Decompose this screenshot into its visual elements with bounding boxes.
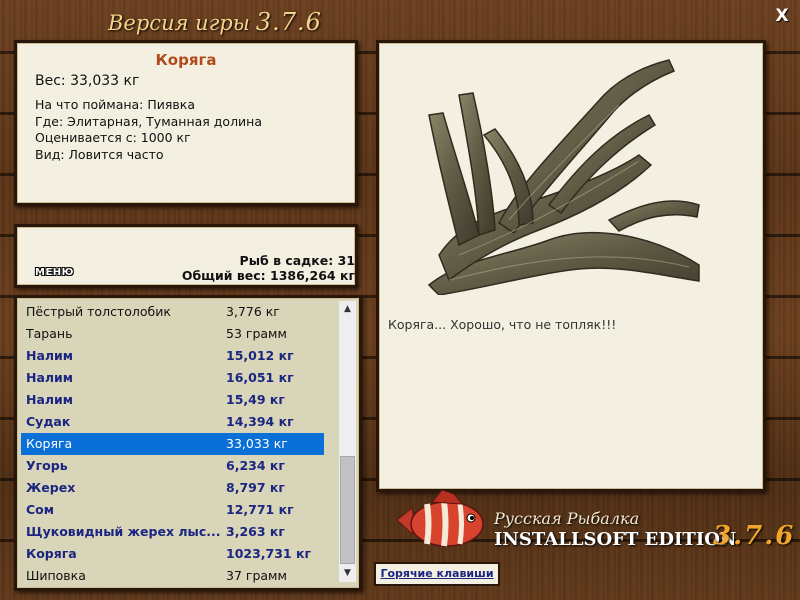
detail-bait: На что поймана: Пиявка (35, 97, 195, 112)
list-item-weight: 12,771 кг (226, 502, 294, 517)
list-item-name: Налим (26, 348, 74, 363)
stats-panel: МЕНЮ Рыб в садке: 31 Общий вес: 1386,264… (14, 224, 358, 288)
item-image-panel: Коряга... Хорошо, что не топляк!!! (376, 40, 766, 492)
list-item-weight: 16,051 кг (226, 370, 294, 385)
total-weight: Общий вес: 1386,264 кг (181, 268, 355, 283)
list-item-name: Судак (26, 414, 71, 429)
driftwood-image (427, 59, 700, 295)
item-info-panel: Коряга Вес: 33,033 кг На что поймана: Пи… (14, 40, 358, 206)
scroll-up-icon[interactable]: ▲ (339, 301, 356, 318)
catch-list[interactable]: Пёстрый толстолобик 3,776 кг Тарань 53 грам… (21, 301, 324, 587)
list-item-weight: 15,012 кг (226, 348, 294, 363)
list-item-name: Коряга (26, 546, 77, 561)
list-item-weight: 33,033 кг (226, 436, 288, 451)
list-item[interactable]: Налим 16,051 кг (21, 367, 324, 389)
game-title-text: Версия игры (108, 11, 250, 35)
catch-list-panel: Пёстрый толстолобик 3,776 кг Тарань 53 грам… (14, 295, 362, 591)
list-item[interactable]: Угорь 6,234 кг (21, 455, 324, 477)
list-item-weight: 14,394 кг (226, 414, 294, 429)
list-item-weight: 8,797 кг (226, 480, 285, 495)
list-item[interactable]: Пёстрый толстолобик 3,776 кг (21, 301, 324, 323)
list-item-weight: 1023,731 кг (226, 546, 311, 561)
fish-count: Рыб в садке: 31 (239, 253, 355, 268)
scroll-down-icon[interactable]: ▼ (339, 565, 356, 582)
list-item-name: Коряга (26, 436, 73, 451)
list-item[interactable]: Налим 15,49 кг (21, 389, 324, 411)
fish-logo-icon (396, 490, 484, 547)
list-item-name: Налим (26, 392, 74, 407)
list-item-name: Щуковидный жерех лыс... (26, 524, 221, 539)
list-item-weight: 15,49 кг (226, 392, 285, 407)
close-button[interactable]: X (774, 8, 790, 25)
list-item-name: Жерех (26, 480, 76, 495)
detail-kind: Вид: Ловится часто (35, 146, 164, 162)
hotkeys-button[interactable]: Горячие клавиши (374, 562, 500, 586)
game-version: 3.7.6 (255, 8, 322, 36)
list-item[interactable]: Коряга 1023,731 кг (21, 543, 324, 565)
list-item[interactable]: Тарань 53 грамм (21, 323, 324, 345)
game-title: Версия игры 3.7.6 (108, 8, 322, 36)
list-item-weight: 53 грамм (226, 326, 287, 341)
item-weight: Вес: 33,033 кг (35, 73, 140, 89)
list-item-name: Пёстрый толстолобик (26, 304, 171, 319)
list-item-weight: 3,776 кг (226, 304, 280, 319)
item-details: На что поймана: Пиявка Где: Элитарная, Т… (35, 97, 262, 163)
list-item-name: Угорь (26, 458, 68, 473)
list-item-weight: 37 грамм (226, 568, 287, 583)
logo-version: 3.7.6 (713, 521, 796, 551)
detail-location: Где: Элитарная, Туманная долина (35, 113, 263, 129)
logo-title: Русская Рыбалка (494, 509, 640, 528)
scroll-thumb[interactable] (340, 456, 355, 564)
list-item[interactable]: Судак 14,394 кг (21, 411, 324, 433)
list-item[interactable]: Коряга 33,033 кг (21, 433, 324, 455)
menu-button[interactable]: МЕНЮ (35, 267, 74, 278)
list-item-weight: 6,234 кг (226, 458, 285, 473)
list-item-weight: 3,263 кг (226, 524, 285, 539)
list-item[interactable]: Щуковидный жерех лыс... 3,263 кг (21, 521, 324, 543)
list-item-name: Сом (26, 502, 54, 517)
list-item[interactable]: Налим 15,012 кг (21, 345, 324, 367)
logo-edition: INSTALLSOFT EDITION (494, 529, 737, 550)
detail-rating: Оценивается с: 1000 кг (35, 130, 191, 145)
list-item[interactable]: Шиповка 37 грамм (21, 565, 324, 587)
list-item-name: Тарань (26, 326, 73, 341)
list-item[interactable]: Жерех 8,797 кг (21, 477, 324, 499)
stats-text: Рыб в садке: 31 Общий вес: 1386,264 кг (182, 253, 355, 283)
item-name: Коряга (155, 51, 217, 69)
list-item[interactable]: Сом 12,771 кг (21, 499, 324, 521)
image-caption: Коряга... Хорошо, что не топляк!!! (388, 317, 617, 332)
list-scrollbar[interactable]: ▲ ▼ (339, 301, 356, 582)
list-item-name: Налим (26, 370, 74, 385)
list-item-name: Шиповка (26, 568, 86, 583)
